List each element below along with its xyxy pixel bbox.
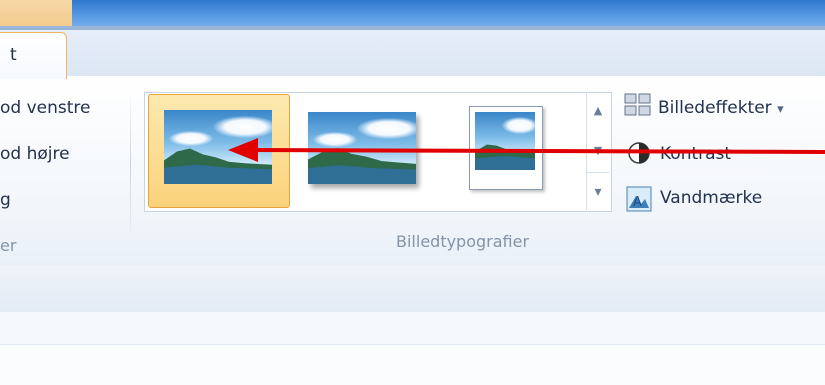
picture-style-frame-image	[475, 112, 535, 170]
watermark-button[interactable]: Vandmærke	[660, 188, 762, 208]
scroll-down-icon: ▼	[593, 144, 603, 157]
picture-style-shadow-image	[308, 112, 416, 184]
window-title-band	[0, 0, 825, 30]
picture-effects-button[interactable]: Billedeffekter ▾	[658, 98, 784, 118]
contrast-label: Kontrast	[660, 144, 732, 164]
left-group-label: er	[0, 236, 17, 255]
svg-text:A: A	[633, 195, 642, 210]
align-right-label: od højre	[0, 144, 70, 164]
scroll-up-icon: ▲	[593, 104, 603, 117]
gallery-scrollbar: ▲ ▼ ▾	[586, 92, 609, 210]
gallery-scroll-down-button[interactable]: ▼	[587, 132, 609, 170]
contrast-icon	[626, 140, 652, 166]
picture-effects-label: Billedeffekter	[658, 98, 772, 118]
watermark-label: Vandmærke	[660, 188, 763, 208]
watermark-icon: A	[626, 186, 652, 212]
ribbon-tab-row	[0, 30, 825, 77]
picture-effects-icon	[624, 92, 654, 118]
gallery-scroll-up-button[interactable]: ▲	[587, 92, 609, 130]
gallery-more-button[interactable]: ▾	[587, 172, 609, 211]
tab-active-label: t	[10, 45, 17, 65]
align-left-item[interactable]: od venstre	[0, 98, 91, 118]
gallery-group-label: Billedtypografier	[396, 232, 530, 251]
group-separator	[130, 90, 131, 242]
third-left-label: g	[0, 190, 11, 210]
more-icon: ▾	[594, 184, 602, 200]
third-left-item[interactable]: g	[0, 190, 11, 210]
tab-active[interactable]: t	[0, 32, 67, 79]
contrast-button[interactable]: Kontrast	[660, 144, 731, 164]
align-left-label: od venstre	[0, 98, 91, 118]
chevron-down-icon: ▾	[777, 102, 784, 117]
lower-toolbar-band	[0, 266, 825, 313]
picture-style-plain-image	[164, 110, 272, 184]
ruler-band	[0, 312, 825, 345]
align-right-item[interactable]: od højre	[0, 144, 70, 164]
